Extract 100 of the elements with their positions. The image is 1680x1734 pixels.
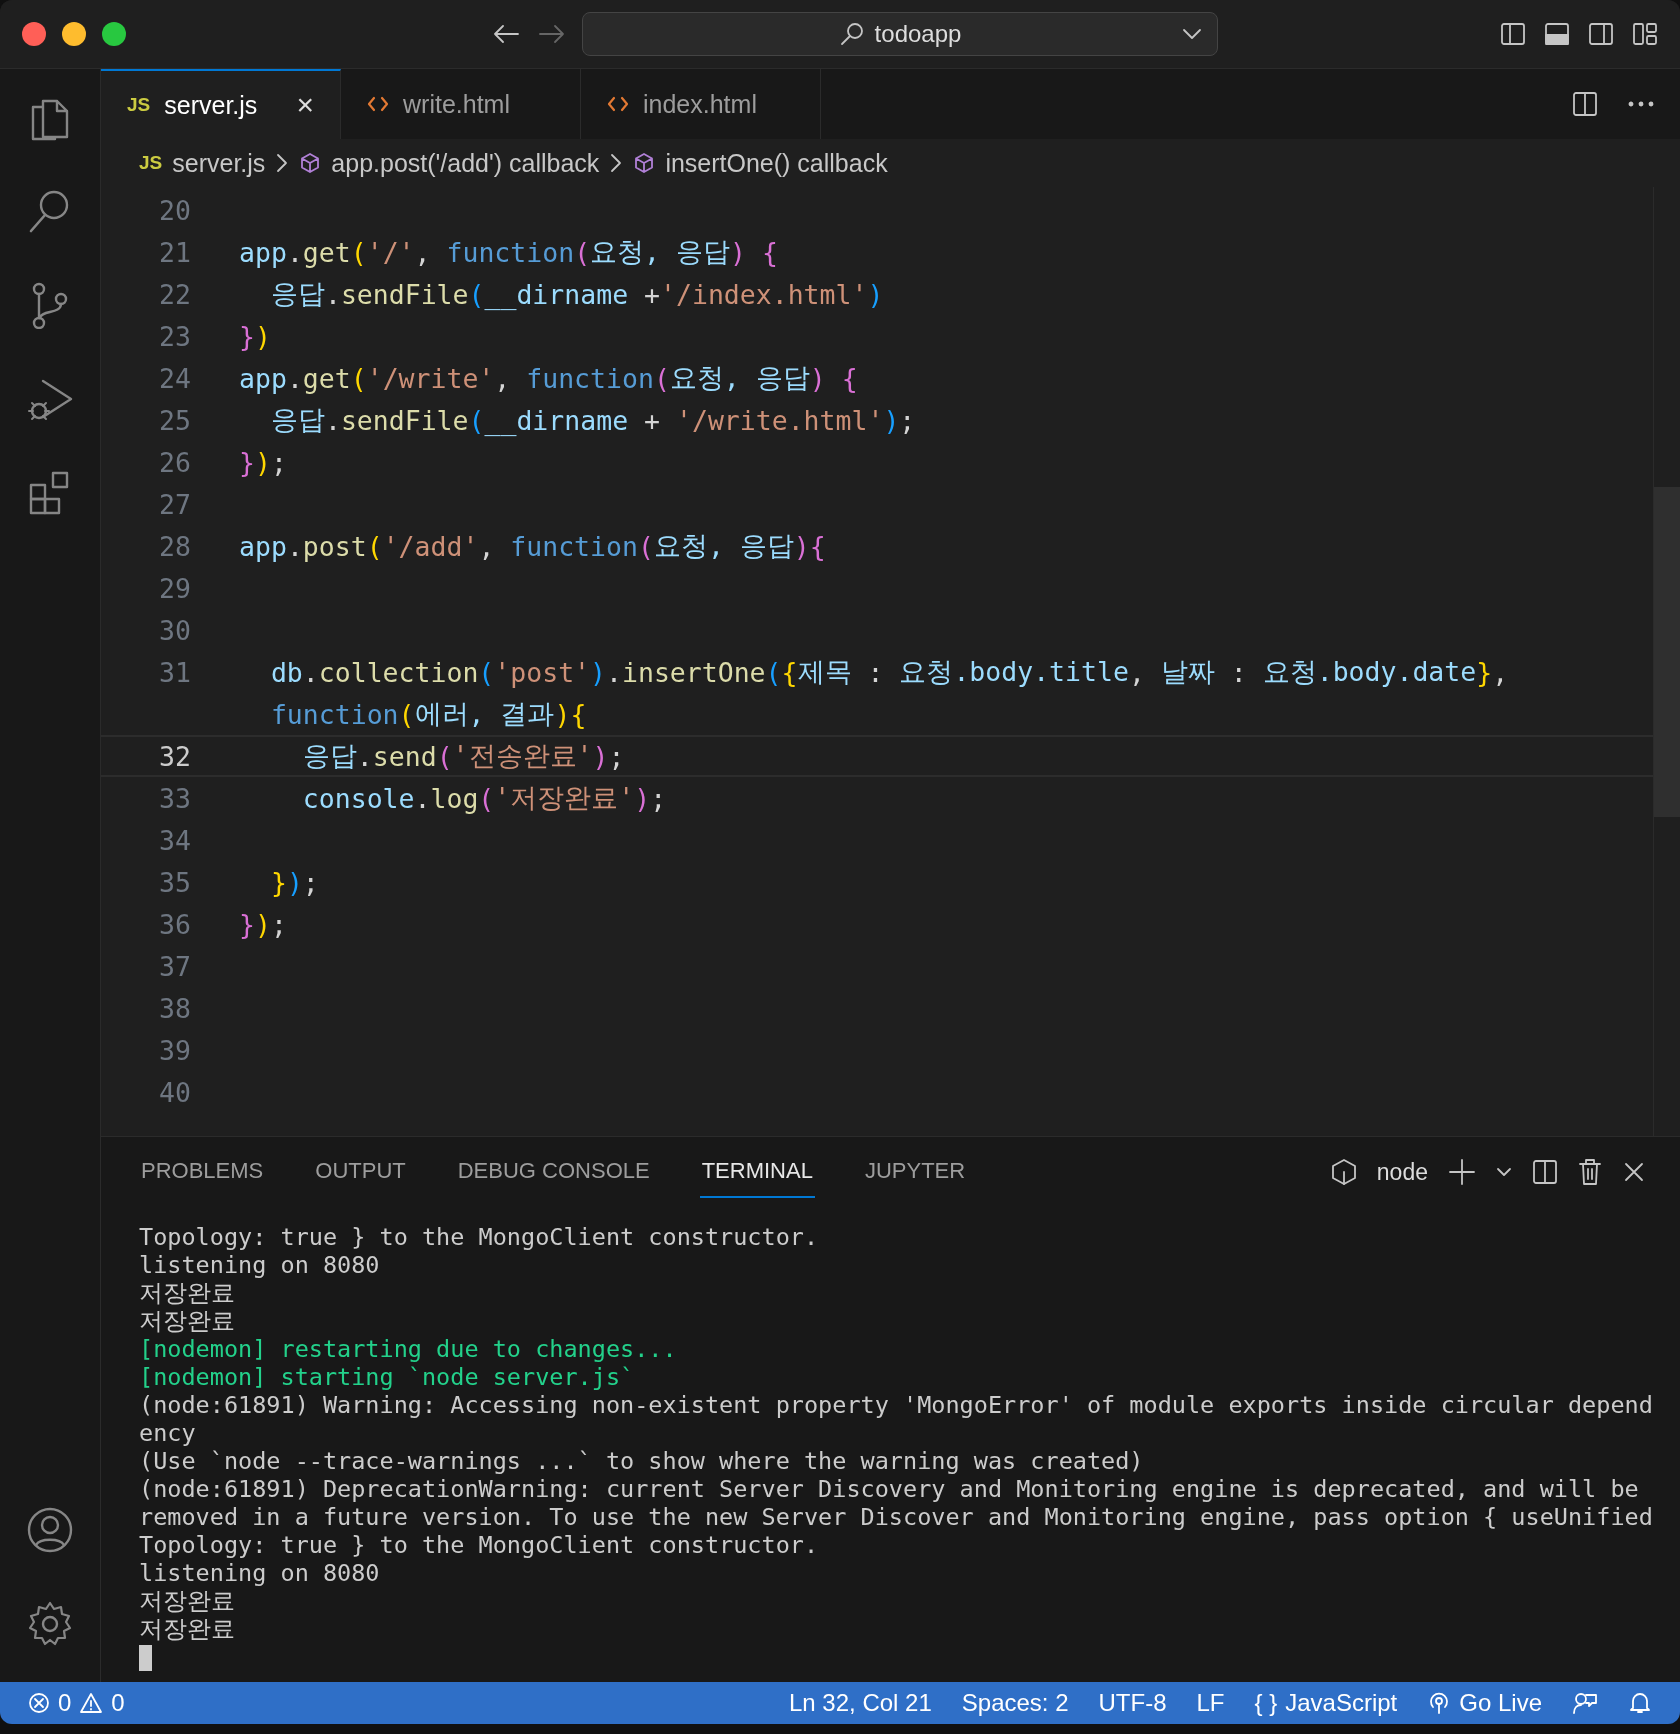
back-arrow-icon[interactable] (492, 22, 520, 46)
status-item[interactable]: LF (1196, 1689, 1225, 1717)
code-token: ( (398, 698, 415, 730)
status-item[interactable]: Ln 32, Col 21 (789, 1689, 932, 1717)
settings-gear-icon[interactable] (26, 1600, 74, 1648)
line-number: 22 (158, 278, 192, 310)
code-token: '/write' (366, 362, 495, 394)
code-token: '저장완료' (494, 781, 635, 815)
code-token: ) (554, 698, 571, 730)
terminal-name[interactable]: node (1376, 1158, 1428, 1186)
terminal-line: [nodemon] restarting due to changes... (139, 1335, 677, 1363)
code-token: ( (468, 404, 485, 436)
trash-icon[interactable] (1578, 1158, 1602, 1186)
panel-layout-icon[interactable] (1544, 22, 1570, 46)
panel-tab[interactable]: PROBLEMS (139, 1146, 266, 1198)
code-token: post (302, 530, 367, 562)
split-editor-icon[interactable] (1572, 91, 1598, 117)
code-token: 요청.body.date (1262, 655, 1477, 689)
go-live-button[interactable]: Go Live (1427, 1689, 1542, 1717)
line-number: 23 (158, 320, 192, 352)
code-token: ) { (809, 362, 858, 394)
minimize-window-button[interactable] (62, 22, 86, 46)
code-token: 제목 (797, 655, 852, 689)
line-number: 33 (158, 782, 192, 814)
code-token: } (1476, 656, 1493, 688)
code-token: ; (899, 404, 916, 436)
code-token: ) (254, 446, 271, 478)
code-token: ( (478, 782, 495, 814)
code-token: } (269, 866, 287, 898)
code-token: ; (608, 740, 625, 772)
line-number: 34 (158, 824, 192, 856)
feedback-icon[interactable] (1572, 1691, 1598, 1715)
line-number: 40 (158, 1076, 192, 1108)
code-token: sendFile (340, 404, 469, 436)
code-token: __dirname (484, 404, 629, 436)
code-token: ) (254, 908, 271, 940)
code-brackets-icon (607, 95, 629, 113)
code-token: ) { (730, 236, 778, 268)
terminal-shell-icon (1330, 1158, 1357, 1186)
js-file-icon: JS (127, 94, 151, 116)
command-search-field[interactable]: todoapp (582, 12, 1218, 56)
terminal-line: (node:61891) DeprecationWarning: current Server Discovery and Monitoring engine is deprecated, and will be (139, 1475, 1639, 1503)
warning-icon (79, 1692, 104, 1714)
code-token: function (510, 530, 638, 562)
customize-layout-icon[interactable] (1632, 22, 1658, 46)
code-token: { (809, 530, 826, 562)
panel-tab[interactable]: OUTPUT (313, 1146, 408, 1198)
breadcrumb-item[interactable]: server.js (172, 148, 266, 178)
close-icon[interactable]: × (296, 88, 314, 122)
bell-icon[interactable] (1628, 1691, 1652, 1715)
close-window-button[interactable] (22, 22, 46, 46)
close-icon[interactable] (1622, 1160, 1646, 1184)
code-token: : (866, 656, 885, 688)
line-number: 29 (158, 572, 192, 604)
terminal-line: [nodemon] starting `node server.js` (139, 1363, 635, 1391)
status-item[interactable]: Spaces: 2 (961, 1689, 1069, 1717)
forward-arrow-icon[interactable] (538, 22, 566, 46)
code-token: 'post' (494, 656, 591, 688)
code-token: ( (478, 656, 495, 688)
code-token: ( (436, 740, 453, 772)
code-token: app (239, 236, 287, 268)
code-token: __dirname (484, 278, 629, 310)
secondary-sidebar-icon[interactable] (1588, 22, 1614, 46)
split-terminal-icon[interactable] (1532, 1159, 1558, 1185)
code-token: ( (637, 530, 654, 562)
sidebar-layout-icon[interactable] (1500, 22, 1526, 46)
plus-icon[interactable] (1448, 1158, 1476, 1186)
code-token: . (286, 530, 303, 562)
account-icon[interactable] (26, 1506, 74, 1554)
code-token: get (302, 362, 351, 394)
code-token: } (239, 908, 255, 940)
cube-icon (299, 152, 322, 174)
code-token: : (1229, 656, 1248, 688)
line-number: 28 (158, 530, 192, 562)
language-mode[interactable]: { } JavaScript (1254, 1689, 1398, 1717)
code-token: console (301, 782, 415, 814)
terminal-line: listening on 8080 (139, 1559, 380, 1587)
panel-tab[interactable]: DEBUG CONSOLE (455, 1146, 652, 1198)
code-token: app (239, 362, 287, 394)
code-token: function (269, 698, 399, 730)
code-token: 요청, 응답 (653, 529, 794, 563)
breadcrumb-item[interactable]: app.post('/add') callback (331, 148, 600, 178)
breadcrumb-item[interactable]: insertOne() callback (665, 148, 888, 178)
code-token: ; (270, 908, 287, 940)
code-token: . (302, 656, 319, 688)
more-actions-icon[interactable] (1628, 100, 1654, 108)
chevron-right-icon (609, 152, 624, 174)
code-token: ) (867, 278, 884, 310)
problems-indicator[interactable]: 0 0 (28, 1689, 125, 1717)
status-item[interactable]: UTF-8 (1098, 1689, 1167, 1717)
code-token: 응답 (269, 277, 325, 311)
code-token: get (302, 236, 351, 268)
code-token: log (430, 782, 479, 814)
code-token: ) (590, 656, 606, 688)
editor-tab[interactable]: JS server.js × (101, 69, 341, 139)
maximize-window-button[interactable] (102, 22, 126, 46)
terminal-line: 저장완료 (139, 1587, 235, 1615)
code-token: ; (650, 782, 667, 814)
panel-tab[interactable]: JUPYTER (862, 1146, 968, 1198)
panel-tab[interactable]: TERMINAL (699, 1146, 815, 1198)
